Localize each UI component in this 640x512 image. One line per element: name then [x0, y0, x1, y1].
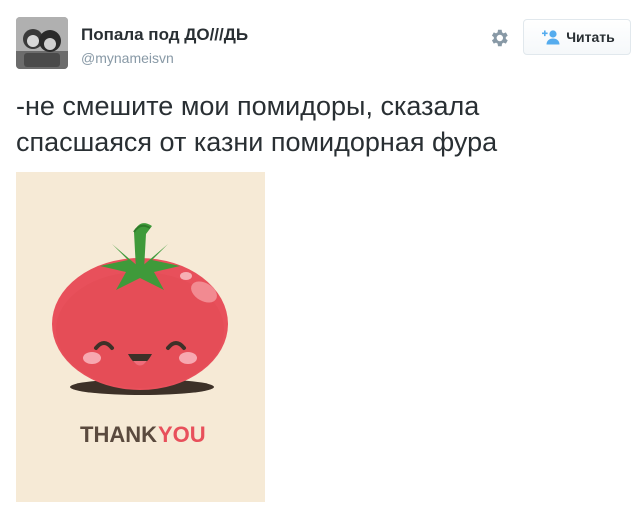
avatar-image	[16, 17, 68, 69]
tweet-card: Попала под ДО///ДЬ @mynameisvn Читать -н…	[0, 0, 640, 512]
add-user-icon	[542, 30, 560, 45]
tweet-media-image[interactable]: THANK YOU	[16, 172, 265, 502]
follow-label: Читать	[566, 29, 615, 45]
caption-thank: THANK	[80, 422, 157, 447]
tweet-text: -не смешите мои помидоры, сказала спасша…	[16, 91, 498, 157]
avatar[interactable]	[16, 17, 68, 69]
display-name[interactable]: Попала под ДО///ДЬ	[81, 25, 248, 45]
thank-you-tomato-illustration: THANK YOU	[16, 172, 265, 502]
screen-name[interactable]: @mynameisvn	[81, 50, 174, 66]
caption-you: YOU	[158, 422, 206, 447]
follow-button[interactable]: Читать	[523, 19, 631, 55]
gear-icon[interactable]	[488, 27, 510, 49]
